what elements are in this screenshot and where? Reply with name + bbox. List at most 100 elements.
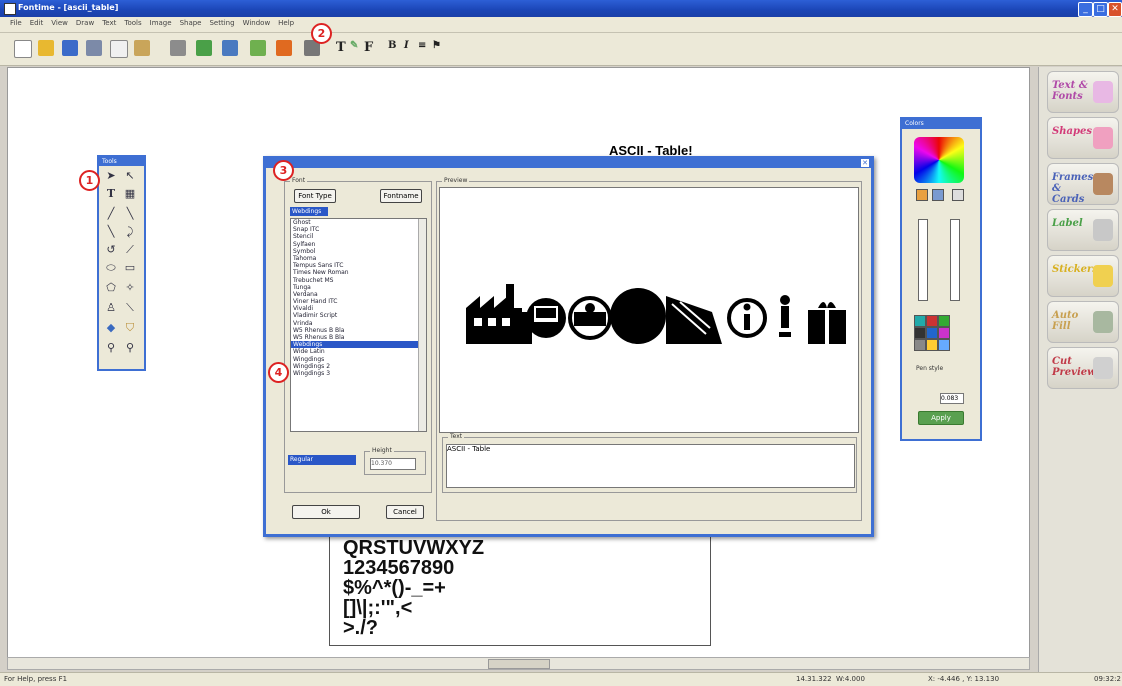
font-list-item[interactable]: Sylfaen bbox=[291, 241, 426, 248]
menu-text[interactable]: Text bbox=[98, 17, 120, 29]
line-color-swatch[interactable] bbox=[932, 189, 944, 201]
menu-file[interactable]: File bbox=[0, 17, 26, 29]
star-tool-icon[interactable]: ✧ bbox=[123, 281, 137, 295]
menu-draw[interactable]: Draw bbox=[72, 17, 98, 29]
font-list-item[interactable]: Ghost bbox=[291, 219, 426, 226]
copy-icon[interactable] bbox=[110, 40, 128, 58]
menu-setting[interactable]: Setting bbox=[205, 17, 238, 29]
flag-icon[interactable]: ⚑ bbox=[432, 40, 441, 51]
minimize-button[interactable]: _ bbox=[1078, 2, 1093, 17]
font-list-item[interactable]: Wide Latin bbox=[291, 348, 426, 355]
bucket-tool-icon[interactable]: ⛉ bbox=[123, 321, 137, 335]
pen-width-field[interactable]: 0.083 bbox=[940, 393, 964, 404]
font-list-item[interactable]: Vladimir Script bbox=[291, 312, 426, 319]
font-list-item[interactable]: Tahoma bbox=[291, 255, 426, 262]
line-tool-icon[interactable]: ╱ bbox=[104, 207, 118, 221]
font-list-item[interactable]: Viner Hand ITC bbox=[291, 298, 426, 305]
knife-tool-icon[interactable]: ⟍ bbox=[123, 301, 137, 315]
font-list-item[interactable]: Tempus Sans ITC bbox=[291, 262, 426, 269]
right-slider[interactable] bbox=[950, 219, 960, 301]
swap-colors-icon[interactable] bbox=[952, 189, 964, 201]
font-list-item[interactable]: Vivaldi bbox=[291, 305, 426, 312]
new-file-icon[interactable] bbox=[14, 40, 32, 58]
edit-text-icon[interactable]: ✎ bbox=[350, 40, 358, 51]
font-list-item[interactable]: Verdana bbox=[291, 291, 426, 298]
export-icon[interactable] bbox=[250, 40, 266, 56]
menu-window[interactable]: Window bbox=[239, 17, 275, 29]
dialog-close-button[interactable]: ✕ bbox=[861, 159, 869, 167]
image-tool-icon[interactable]: ▦ bbox=[123, 187, 137, 201]
font-list-item[interactable]: Wingdings bbox=[291, 356, 426, 363]
font-list-item[interactable]: Wingdings 3 bbox=[291, 370, 426, 377]
zoom-in-icon[interactable]: ⚲ bbox=[104, 341, 118, 355]
open-folder-icon[interactable] bbox=[38, 40, 54, 56]
font-list[interactable]: Ghost Snap ITC Stencil Sylfaen Symbol Tahoma T… bbox=[290, 218, 427, 432]
curve-tool-icon[interactable]: ↺ bbox=[104, 243, 118, 257]
stamp-tool-icon[interactable]: ♙ bbox=[104, 301, 118, 315]
font-list-item[interactable]: W5 Rhenus B Bla bbox=[291, 334, 426, 341]
horizontal-scrollbar[interactable] bbox=[7, 657, 1030, 670]
font-list-item[interactable]: Times New Roman bbox=[291, 269, 426, 276]
menu-edit[interactable]: Edit bbox=[26, 17, 48, 29]
apply-button[interactable]: Apply bbox=[918, 411, 964, 425]
fill-color-swatch[interactable] bbox=[916, 189, 928, 201]
label-button[interactable]: Label bbox=[1047, 209, 1119, 251]
arc-tool-icon[interactable]: ⤸ bbox=[123, 225, 137, 239]
ellipse-tool-icon[interactable]: ⬭ bbox=[104, 261, 118, 275]
refresh-icon[interactable] bbox=[196, 40, 212, 56]
font-type-button[interactable]: Font Type bbox=[294, 189, 336, 203]
shapes-button[interactable]: Shapes bbox=[1047, 117, 1119, 159]
frames-cards-button[interactable]: Frames & Cards bbox=[1047, 163, 1119, 205]
font-list-item[interactable]: Webdings bbox=[291, 341, 426, 349]
print-icon[interactable] bbox=[170, 40, 186, 56]
cancel-button[interactable]: Cancel bbox=[386, 505, 424, 519]
style-list[interactable]: Regular bbox=[288, 455, 356, 465]
font-list-item[interactable]: W5 Rhenus B Bla bbox=[291, 327, 426, 334]
menu-image[interactable]: Image bbox=[146, 17, 176, 29]
font-list-item[interactable]: Trebuchet MS bbox=[291, 277, 426, 284]
diagonal-line-icon[interactable]: ╲ bbox=[123, 207, 137, 221]
bezier-tool-icon[interactable]: ⟋ bbox=[123, 243, 137, 257]
font-list-scrollbar[interactable] bbox=[418, 219, 426, 431]
font-list-item[interactable]: Tunga bbox=[291, 284, 426, 291]
left-slider[interactable] bbox=[918, 219, 928, 301]
text-input[interactable]: ASCII - Table bbox=[446, 444, 855, 488]
scrollbar-thumb[interactable] bbox=[488, 659, 550, 669]
book-icon[interactable] bbox=[222, 40, 238, 56]
rectangle-tool-icon[interactable]: ▭ bbox=[123, 261, 137, 275]
fill-tool-icon[interactable]: ◆ bbox=[104, 321, 118, 335]
text-tool-icon[interactable]: T bbox=[336, 40, 346, 55]
font-list-item[interactable]: Wingdings 2 bbox=[291, 363, 426, 370]
ok-button[interactable]: Ok bbox=[292, 505, 360, 519]
maximize-button[interactable]: □ bbox=[1093, 2, 1108, 17]
align-icon[interactable]: ≡ bbox=[418, 40, 426, 51]
zoom-out-icon[interactable]: ⚲ bbox=[123, 341, 137, 355]
cut-preview-button[interactable]: Cut Preview bbox=[1047, 347, 1119, 389]
text-fonts-button[interactable]: Text & Fonts bbox=[1047, 71, 1119, 113]
menu-shape[interactable]: Shape bbox=[176, 17, 206, 29]
undo-icon[interactable] bbox=[276, 40, 292, 56]
select-arrow-icon[interactable]: ➤ bbox=[104, 169, 118, 183]
fontname-button[interactable]: Fontname bbox=[380, 189, 422, 203]
polygon-tool-icon[interactable]: ⬠ bbox=[104, 281, 118, 295]
auto-fill-button[interactable]: Auto Fill bbox=[1047, 301, 1119, 343]
stickers-button[interactable]: Stickers bbox=[1047, 255, 1119, 297]
font-list-item[interactable]: Snap ITC bbox=[291, 226, 426, 233]
font-name-input[interactable]: Webdings bbox=[290, 207, 328, 216]
paste-icon[interactable] bbox=[134, 40, 150, 56]
bold-icon[interactable]: B bbox=[388, 40, 396, 51]
save-icon[interactable] bbox=[62, 40, 78, 56]
pointer-icon[interactable]: ↖ bbox=[123, 169, 137, 183]
slash-tool-icon[interactable]: ╲ bbox=[104, 225, 118, 239]
font-list-item[interactable]: Symbol bbox=[291, 248, 426, 255]
menu-view[interactable]: View bbox=[47, 17, 72, 29]
height-field[interactable]: 10.370 bbox=[370, 458, 416, 470]
color-wheel[interactable] bbox=[914, 137, 964, 183]
menu-tools[interactable]: Tools bbox=[120, 17, 145, 29]
font-list-item[interactable]: Stencil bbox=[291, 233, 426, 240]
font-list-item[interactable]: Vrinda bbox=[291, 320, 426, 327]
menu-help[interactable]: Help bbox=[274, 17, 298, 29]
close-button[interactable]: ✕ bbox=[1108, 2, 1122, 17]
cut-icon[interactable] bbox=[86, 40, 102, 56]
text-tool-icon[interactable]: T bbox=[104, 187, 118, 201]
